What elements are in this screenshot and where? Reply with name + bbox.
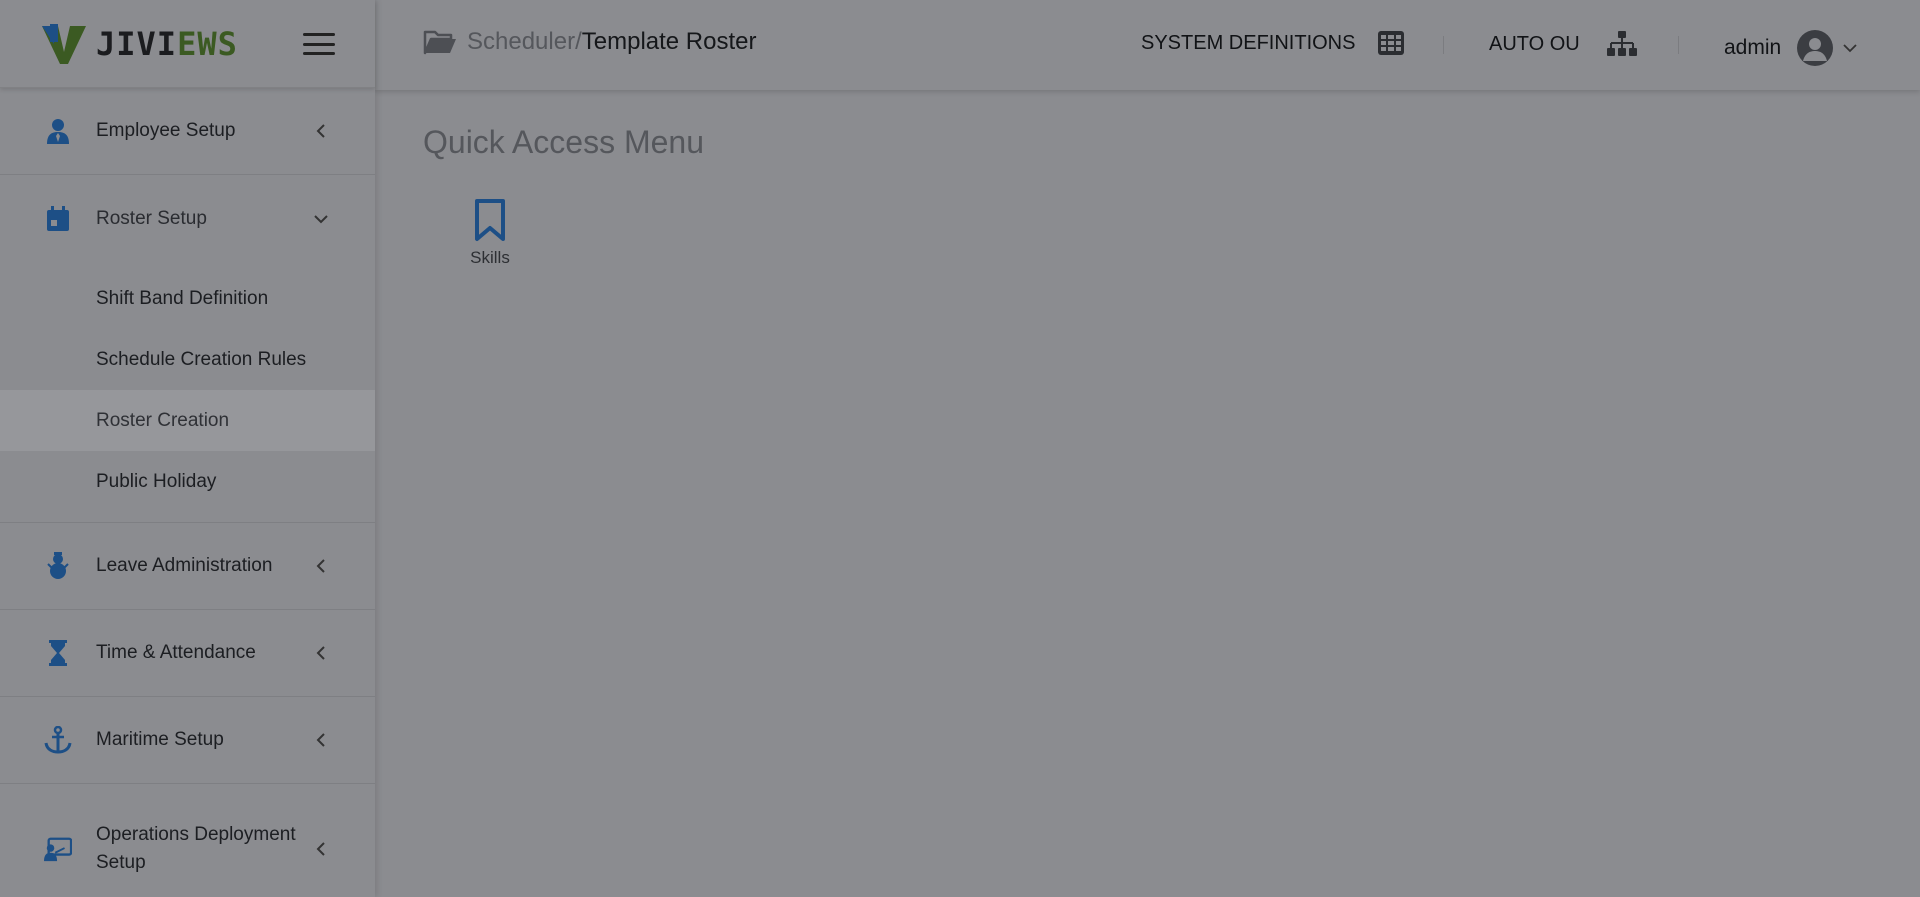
avatar xyxy=(1797,30,1834,66)
sidebar-item-label: Employee Setup xyxy=(96,120,236,141)
sidebar-item-label: Operations Deployment Setup xyxy=(96,824,296,873)
main-content: Quick Access Menu Skills xyxy=(375,90,1920,897)
chevron-left-icon xyxy=(314,733,328,747)
chevron-down-icon xyxy=(1843,44,1857,53)
folder-open-icon xyxy=(423,30,456,55)
chevron-left-icon xyxy=(314,646,328,660)
auto-ou-button[interactable]: AUTO OU xyxy=(1489,30,1638,58)
system-definitions-label: SYSTEM DEFINITIONS xyxy=(1141,31,1356,54)
header-divider xyxy=(1678,36,1679,54)
sidebar-subitem-roster-creation[interactable]: Roster Creation xyxy=(0,390,375,451)
sidebar-item-label: Maritime Setup xyxy=(96,729,224,750)
sidebar-subitem-shift-band-definition[interactable]: Shift Band Definition xyxy=(0,268,375,329)
top-header: Scheduler/ Template Roster SYSTEM DEFINI… xyxy=(375,0,1920,90)
sidebar-item-operations-deployment-setup[interactable]: Operations Deployment Setup xyxy=(0,784,375,897)
user-tie-icon xyxy=(44,117,72,145)
sitemap-icon xyxy=(1606,31,1637,56)
sidebar-menu: Employee Setup Roster Setup Shift Band D… xyxy=(0,88,375,897)
sidebar-item-maritime-setup[interactable]: Maritime Setup xyxy=(0,697,375,784)
sidebar-item-label: Roster Setup xyxy=(96,207,207,229)
sidebar-item-time-attendance[interactable]: Time & Attendance xyxy=(0,610,375,697)
grid-table-icon xyxy=(1378,31,1405,55)
chevron-left-icon xyxy=(314,124,328,138)
sidebar-item-roster-setup[interactable]: Roster Setup xyxy=(0,175,375,262)
sidebar-item-leave-administration[interactable]: Leave Administration xyxy=(0,523,375,610)
quick-access-tile-skills[interactable]: Skills xyxy=(459,198,521,268)
quick-access-title: Quick Access Menu xyxy=(423,124,704,160)
system-definitions-button[interactable]: SYSTEM DEFINITIONS xyxy=(1141,30,1405,56)
sidebar-subitem-schedule-creation-rules[interactable]: Schedule Creation Rules xyxy=(0,329,375,390)
chevron-left-icon xyxy=(314,842,328,856)
sidebar-subitem-public-holiday[interactable]: Public Holiday xyxy=(0,451,375,512)
hamburger-menu-button[interactable] xyxy=(303,33,335,55)
quick-access-tile-label: Skills xyxy=(470,248,510,267)
logo-mark-icon xyxy=(42,23,86,64)
hourglass-icon xyxy=(44,639,72,667)
sidebar: JIVIEWS Employee Setup Roster Setup Shif… xyxy=(0,0,375,897)
sidebar-item-employee-setup[interactable]: Employee Setup xyxy=(0,88,375,175)
sidebar-item-label: Time & Attendance xyxy=(96,642,256,663)
anchor-icon xyxy=(44,726,72,754)
calendar-icon xyxy=(44,205,72,233)
bookmark-icon xyxy=(475,199,505,241)
presentation-icon xyxy=(44,835,72,863)
user-menu[interactable]: admin xyxy=(1724,30,1857,66)
roster-setup-submenu: Shift Band Definition Schedule Creation … xyxy=(0,262,375,523)
header-divider xyxy=(1443,36,1444,54)
sidebar-item-label: Leave Administration xyxy=(96,555,273,576)
auto-ou-label: AUTO OU xyxy=(1489,32,1580,55)
breadcrumb: Scheduler/ Template Roster xyxy=(423,28,757,56)
logo-bar: JIVIEWS xyxy=(0,0,375,88)
snowman-icon xyxy=(44,552,72,580)
chevron-down-icon xyxy=(314,212,328,226)
breadcrumb-parent[interactable]: Scheduler/ xyxy=(467,28,582,56)
breadcrumb-current: Template Roster xyxy=(581,28,757,55)
chevron-left-icon xyxy=(314,559,328,573)
logo-text: JIVIEWS xyxy=(96,24,238,63)
user-name: admin xyxy=(1724,36,1782,59)
